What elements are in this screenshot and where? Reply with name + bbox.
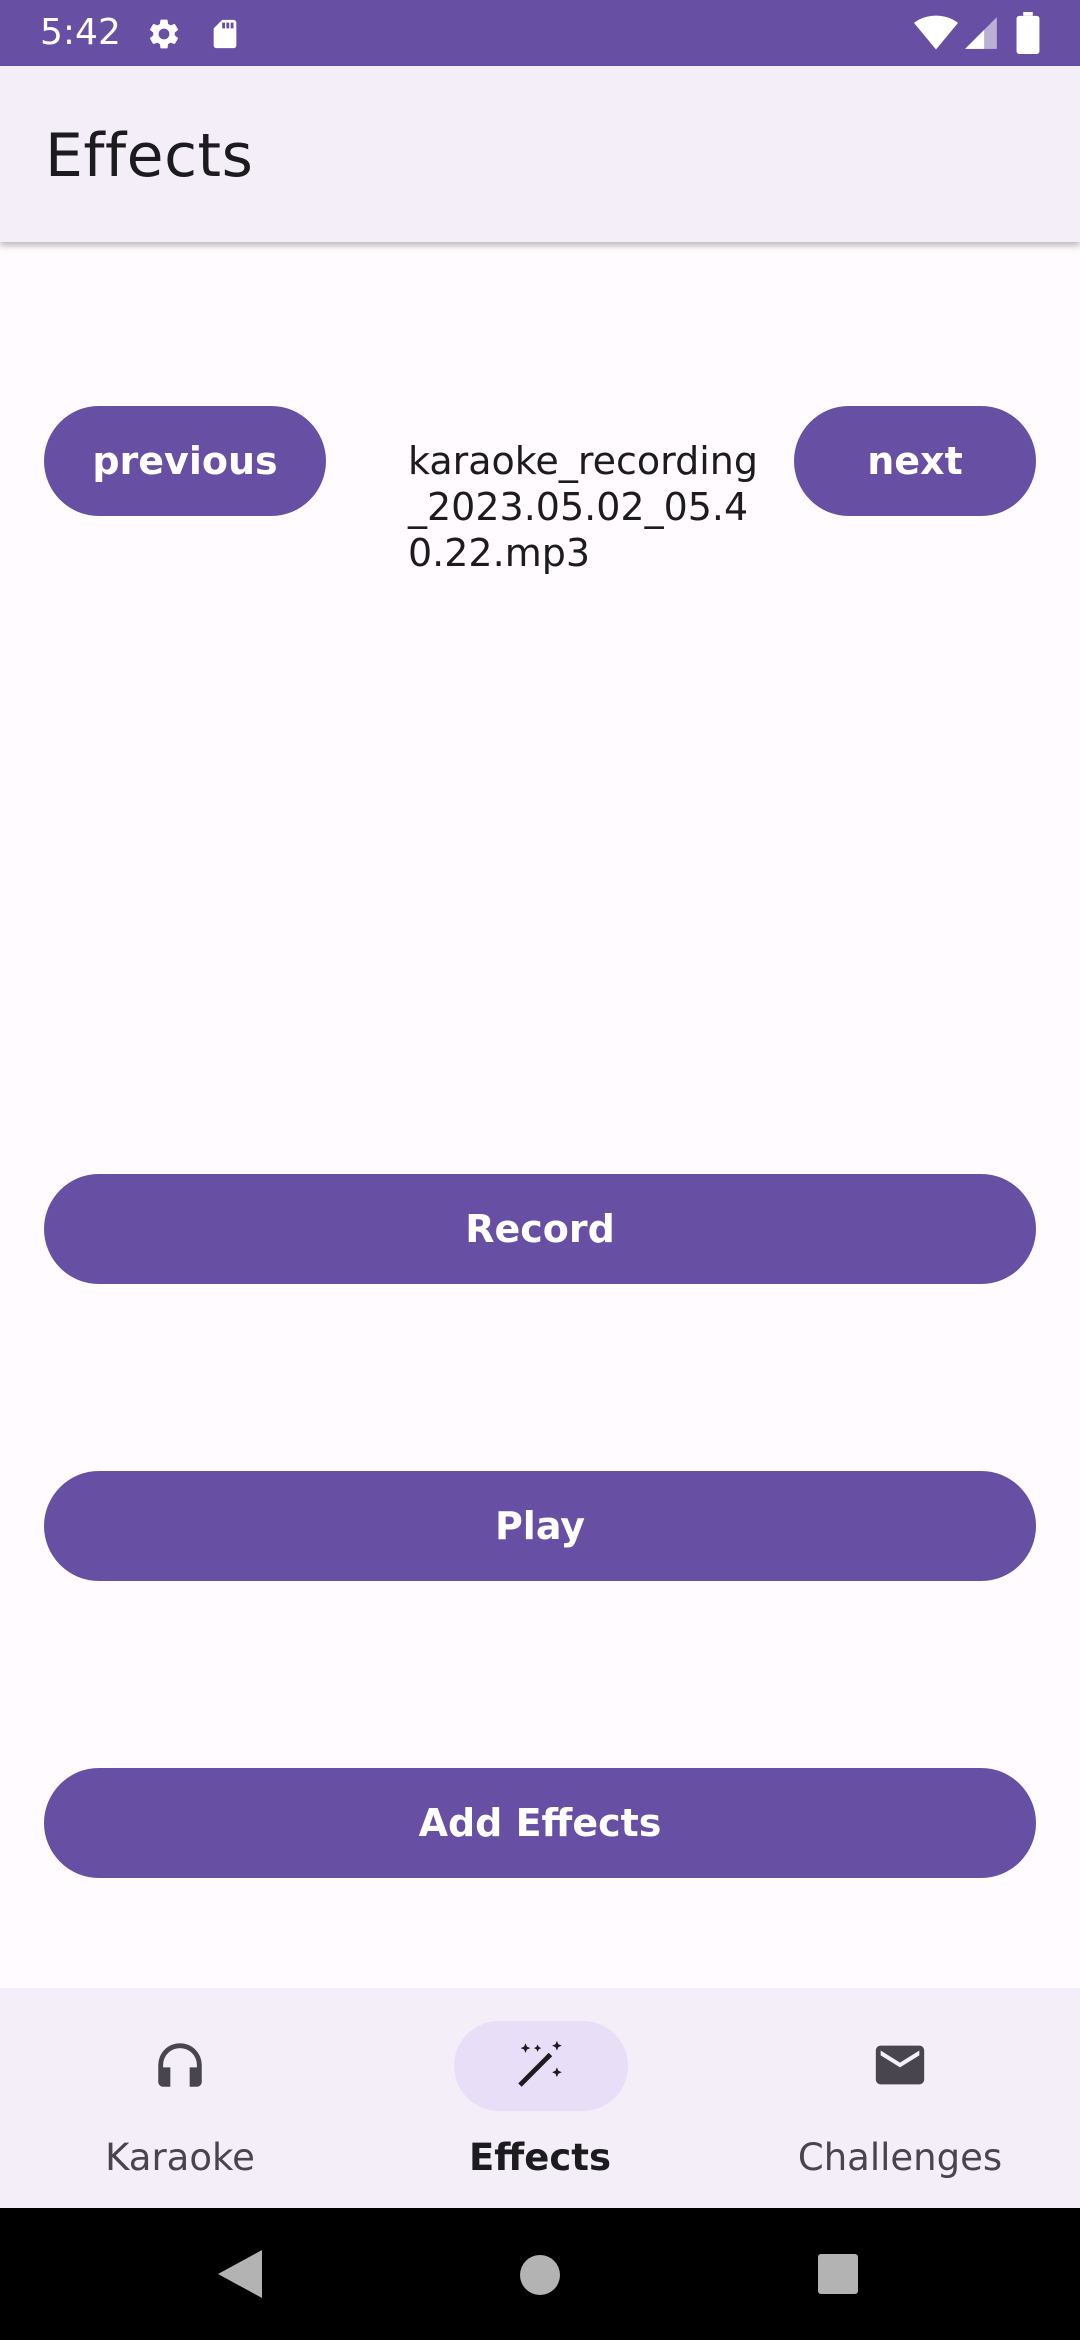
system-navigation-bar: [0, 2208, 1080, 2340]
nav-item-effects[interactable]: Effects: [360, 1988, 720, 2208]
previous-button[interactable]: previous: [44, 406, 326, 516]
back-icon[interactable]: [218, 2250, 262, 2298]
nav-label-challenges: Challenges: [797, 2136, 1003, 2179]
play-button[interactable]: Play: [44, 1471, 1036, 1581]
battery-icon: [1016, 12, 1040, 54]
app-bar: Effects: [0, 66, 1080, 242]
nav-label-effects: Effects: [469, 2136, 611, 2179]
add-effects-button[interactable]: Add Effects: [44, 1768, 1036, 1878]
nav-label-karaoke: Karaoke: [105, 2136, 255, 2179]
status-bar: 5:42: [0, 0, 1080, 66]
gear-icon: [149, 19, 179, 49]
recents-icon[interactable]: [818, 2254, 858, 2294]
wifi-icon: [914, 15, 958, 50]
bottom-navigation: Karaoke Effects Challenges: [0, 1988, 1080, 2208]
recording-file-name: karaoke_recording_2023.05.02_05.40.22.mp…: [408, 439, 758, 575]
home-icon[interactable]: [519, 2254, 561, 2296]
page-title: Effects: [45, 121, 254, 191]
headphones-icon: [158, 2043, 202, 2087]
record-button[interactable]: Record: [44, 1174, 1036, 1284]
next-button[interactable]: next: [794, 406, 1036, 516]
nav-item-challenges[interactable]: Challenges: [720, 1988, 1080, 2208]
status-time: 5:42: [40, 12, 121, 53]
sd-card-icon: [213, 19, 237, 49]
nav-item-karaoke[interactable]: Karaoke: [0, 1988, 360, 2208]
signal-icon: [965, 17, 997, 49]
magic-wand-icon: [518, 2040, 562, 2087]
mail-icon: [875, 2045, 925, 2085]
